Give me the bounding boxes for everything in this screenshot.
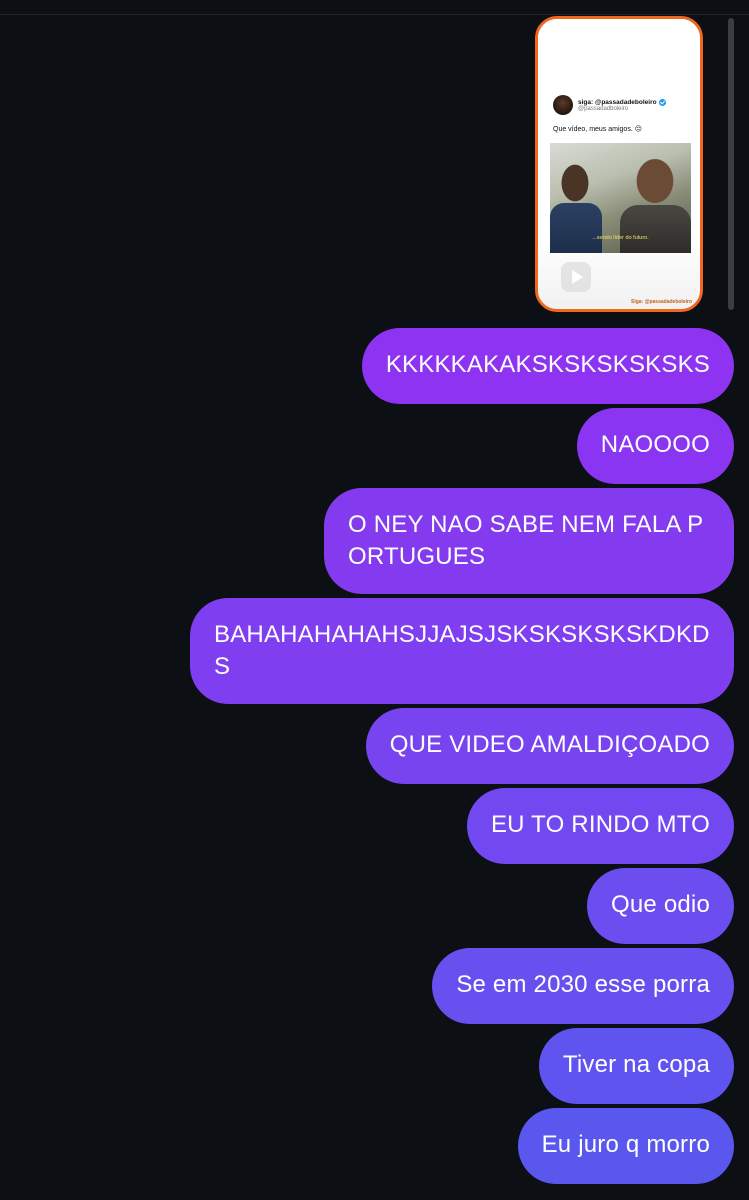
header-divider xyxy=(0,14,749,15)
scrollbar[interactable] xyxy=(728,18,734,310)
message-bubble[interactable]: Que odio xyxy=(586,868,734,944)
avatar xyxy=(553,95,573,115)
post-caption: Que vídeo, meus amigos. 😔 xyxy=(553,126,643,133)
post-watermark: Siga: @passadadeboleiro xyxy=(630,299,692,305)
author-name: siga: @passadadeboleiro xyxy=(578,98,657,106)
video-subtitle: ...sendo líder do futuro. xyxy=(592,235,649,241)
play-icon[interactable] xyxy=(561,262,591,292)
message-bubble[interactable]: NAOOOO xyxy=(576,408,734,484)
video-person-left xyxy=(550,203,602,253)
post-header: siga: @passadadeboleiro @passadadboleiro xyxy=(553,95,666,115)
post-author: siga: @passadadeboleiro @passadadboleiro xyxy=(578,98,666,112)
shared-post-body: siga: @passadadeboleiro @passadadboleiro… xyxy=(538,19,700,309)
message-bubble[interactable]: O NEY NAO SABE NEM FALA PORTUGUES xyxy=(324,488,734,594)
shared-video-post[interactable]: siga: @passadadeboleiro @passadadboleiro… xyxy=(535,16,703,312)
message-bubble[interactable]: EU TO RINDO MTO xyxy=(466,788,734,864)
message-bubble[interactable]: Eu juro q morro xyxy=(517,1108,734,1184)
verified-badge-icon xyxy=(658,98,666,106)
chat-screen: siga: @passadadeboleiro @passadadboleiro… xyxy=(0,0,749,1200)
author-handle: @passadadboleiro xyxy=(578,105,629,112)
message-bubble[interactable]: BAHAHAHAHAHSJJAJSJSKSKSKSKSKDKDS xyxy=(190,598,734,704)
message-bubble[interactable]: Se em 2030 esse porra xyxy=(432,948,734,1024)
message-bubble[interactable]: Tiver na copa xyxy=(538,1028,734,1104)
author-name-row: siga: @passadadeboleiro xyxy=(578,98,666,106)
video-person-right xyxy=(620,205,691,253)
message-bubble[interactable]: KKKKKAKAKSKSKSKSKSKS xyxy=(361,328,734,404)
video-thumbnail[interactable]: ...sendo líder do futuro. xyxy=(550,143,691,253)
message-bubble[interactable]: QUE VIDEO AMALDIÇOADO xyxy=(365,708,734,784)
